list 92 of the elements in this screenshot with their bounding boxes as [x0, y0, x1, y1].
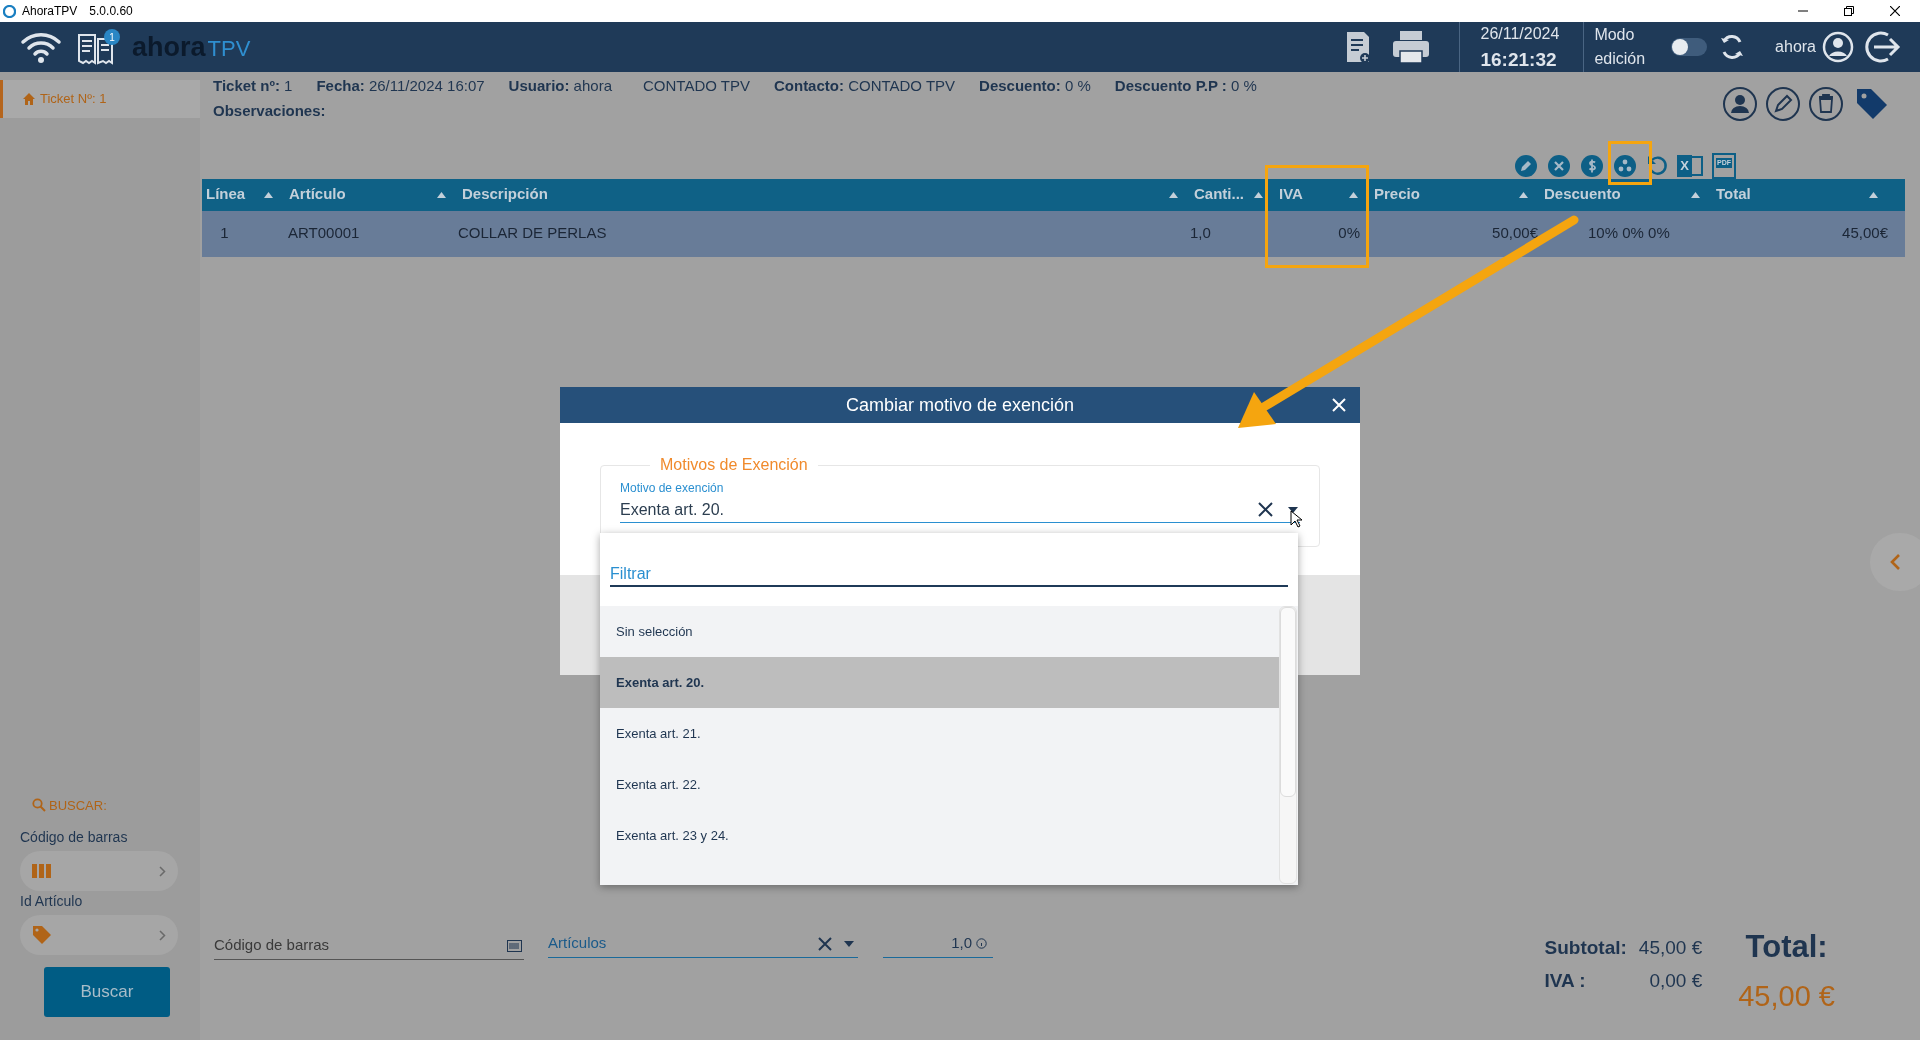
sync-icon[interactable]	[1719, 33, 1746, 61]
column-header[interactable]: Total	[1712, 178, 1890, 211]
iva-value: 0,00 €	[1648, 968, 1703, 993]
highlight-frame	[1608, 141, 1652, 185]
chevron-left-icon	[1890, 553, 1901, 571]
search-title: BUSCAR:	[49, 796, 107, 815]
subtotal-label: Subtotal:	[1544, 936, 1627, 960]
trash-icon[interactable]	[1808, 86, 1844, 122]
search-icon	[32, 798, 46, 813]
sort-arrow-icon[interactable]	[1254, 191, 1263, 198]
search-field-label: Id Artículo	[20, 892, 84, 911]
barcode-input[interactable]: Código de barras	[214, 932, 524, 960]
table-cell-text: 1	[220, 223, 229, 244]
table-row[interactable]: 1 ART00001 COLLAR DE PERLAS 1,0 0% 50,00€ 10% 0% 0% 45,00€	[202, 210, 1905, 257]
app-version: 5.0.0.60	[89, 3, 133, 20]
undo-icon[interactable]	[1646, 153, 1668, 178]
edit-icon[interactable]	[1514, 153, 1538, 178]
ticket-info: Ticket nº: 1	[213, 75, 293, 96]
field-label: Motivo de exención	[620, 480, 725, 497]
sort-arrow-icon[interactable]	[1349, 191, 1358, 198]
dialog-title: Cambiar motivo de exención	[845, 393, 1075, 417]
logout-icon[interactable]	[1864, 30, 1902, 64]
user-icon[interactable]	[1722, 86, 1758, 122]
mouse-pointer-icon	[1290, 510, 1302, 528]
table-cell-text: 50,00€	[1492, 223, 1538, 244]
sort-arrow-icon[interactable]	[1519, 191, 1528, 198]
dollar-icon[interactable]	[1580, 153, 1604, 178]
group-legend: Motivos de Exención	[650, 453, 818, 477]
ticket-info: Usuario: ahora	[508, 75, 612, 96]
document-add-icon[interactable]	[1345, 30, 1372, 64]
column-header[interactable]: Descuento	[1540, 178, 1712, 211]
wifi-icon[interactable]	[20, 30, 62, 64]
logo-suffix: TPV	[207, 34, 251, 63]
column-header[interactable]: Canti...	[1190, 178, 1275, 211]
mode-label: Modo edición	[1594, 25, 1646, 69]
ticket-info: CONTADO TPV	[643, 75, 750, 96]
notification-badge: 1	[104, 29, 120, 45]
clear-icon[interactable]	[1258, 502, 1273, 517]
table-cell-text: 1,0	[1190, 223, 1211, 244]
time-text: 16:21:32	[1480, 49, 1557, 69]
tag-icon	[32, 925, 52, 945]
ticket-info: Contacto: CONTADO TPV	[773, 75, 956, 96]
sort-arrow-icon[interactable]	[1169, 191, 1178, 198]
table-cell-text: ART00001	[288, 223, 360, 244]
cancel-icon[interactable]	[1547, 153, 1571, 178]
side-panel-toggle[interactable]	[1870, 533, 1920, 591]
quantity-input[interactable]: 1,0	[883, 930, 993, 958]
sort-arrow-icon[interactable]	[1869, 191, 1878, 198]
iva-label: IVA :	[1544, 968, 1587, 993]
table-cell-text: 10% 0% 0%	[1588, 223, 1670, 244]
column-header[interactable]: Artículo	[285, 178, 458, 211]
info-icon	[976, 938, 987, 949]
ticket-info: Descuento: 0 %	[979, 75, 1091, 96]
barcode-icon	[32, 864, 52, 878]
dropdown-option[interactable]: Exenta art. 20.	[600, 657, 1279, 708]
printer-icon[interactable]	[1391, 29, 1432, 65]
dropdown-caret-icon[interactable]	[1288, 506, 1298, 513]
tag-icon[interactable]	[1855, 87, 1889, 121]
observations-label: Observaciones:	[213, 101, 326, 121]
column-header[interactable]: IVA	[1275, 178, 1370, 211]
total-label: Total:	[1745, 928, 1828, 966]
sort-arrow-icon[interactable]	[264, 191, 273, 198]
table-cell-text: 0%	[1338, 223, 1360, 244]
user-avatar-icon[interactable]	[1822, 31, 1854, 63]
app-logo-icon	[3, 4, 16, 18]
scrollbar[interactable]	[1279, 606, 1297, 884]
column-header[interactable]: Línea	[202, 178, 285, 211]
chevron-right-icon	[159, 865, 166, 877]
chevron-right-icon	[159, 929, 166, 941]
restore-icon[interactable]	[1844, 6, 1854, 16]
ticket-info: Fecha: 26/11/2024 16:07	[316, 75, 485, 96]
barcode-scan-icon	[507, 939, 522, 952]
subtotal-value: 45,00 €	[1638, 936, 1703, 960]
date-text: 26/11/2024	[1480, 25, 1560, 42]
search-button[interactable]: Buscar	[44, 967, 170, 1017]
total-value: 45,00 €	[1738, 978, 1835, 1014]
mode-toggle[interactable]	[1671, 38, 1708, 56]
receipts-icon[interactable]	[76, 33, 116, 65]
table-cell-text: 45,00€	[1842, 223, 1888, 244]
table-cell-text: COLLAR DE PERLAS	[458, 223, 607, 244]
user-name: ahora	[1775, 37, 1816, 57]
options-icon[interactable]	[1613, 153, 1637, 178]
sort-arrow-icon[interactable]	[1691, 191, 1700, 198]
column-header[interactable]: Descripción	[458, 178, 1190, 211]
search-field-label: Código de barras	[20, 828, 129, 847]
home-icon	[23, 93, 35, 105]
ticket-info: Descuento P.P : 0 %	[1114, 75, 1257, 96]
sort-arrow-icon[interactable]	[437, 191, 446, 198]
edit-icon[interactable]	[1765, 86, 1801, 122]
window-title: AhoraTPV	[22, 3, 78, 20]
column-header[interactable]: Precio	[1370, 178, 1540, 211]
close-icon[interactable]	[1890, 6, 1900, 16]
